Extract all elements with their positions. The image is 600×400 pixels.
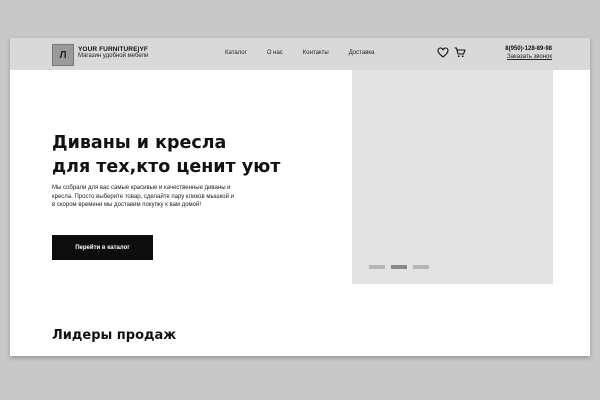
nav-item-about[interactable]: О нас <box>267 50 283 56</box>
slider-dot[interactable] <box>413 265 429 269</box>
phone-number[interactable]: 8(950)-128-89-98 <box>505 46 552 54</box>
logo[interactable]: Л <box>52 44 74 66</box>
hero-title: Диваны и кресла для тех,кто ценит уют <box>52 132 312 180</box>
hero-description: Мы собрали для вас самые красивые и каче… <box>52 185 234 209</box>
brand-subtitle: Магазин удобной мебели <box>78 53 149 60</box>
go-to-catalog-button[interactable]: Перейти в каталог <box>52 235 153 260</box>
slider-dots <box>369 265 429 269</box>
header-icons <box>437 47 466 58</box>
nav-item-contacts[interactable]: Контакты <box>303 50 329 56</box>
nav-item-delivery[interactable]: Доставка <box>349 50 375 56</box>
heart-icon[interactable] <box>437 47 449 58</box>
hero-title-line-2: для тех,кто ценит уют <box>52 156 281 177</box>
nav-item-catalog[interactable]: Каталог <box>225 50 247 56</box>
page-frame: Л YOUR FURNITURE|YF Магазин удобной мебе… <box>10 38 590 356</box>
slider-dot[interactable] <box>369 265 385 269</box>
brand: YOUR FURNITURE|YF Магазин удобной мебели <box>78 46 148 60</box>
logo-letter: Л <box>59 49 67 61</box>
cart-icon[interactable] <box>454 47 466 58</box>
hero-title-line-1: Диваны и кресла <box>52 133 227 153</box>
main-nav: Каталог О нас Контакты Доставка <box>225 50 395 56</box>
callback-link[interactable]: Заказать звонок <box>505 54 552 62</box>
site-header: Л YOUR FURNITURE|YF Магазин удобной мебе… <box>10 38 590 70</box>
slider-dot-active[interactable] <box>391 265 407 269</box>
contact-block: 8(950)-128-89-98 Заказать звонок <box>505 46 552 61</box>
hero-slider[interactable] <box>352 70 553 284</box>
bestsellers-title: Лидеры продаж <box>52 328 177 343</box>
